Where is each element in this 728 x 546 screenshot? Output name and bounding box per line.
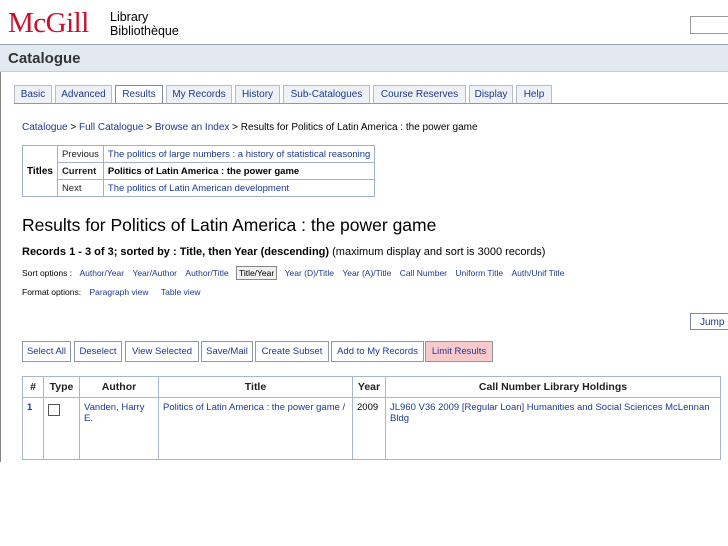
tab-advanced[interactable]: Advanced bbox=[55, 85, 112, 103]
limit-results-button[interactable]: Limit Results bbox=[425, 341, 493, 362]
titles-label: Titles bbox=[22, 145, 58, 197]
sort-author-year[interactable]: Author/Year bbox=[78, 267, 125, 279]
library-line-2: Bibliothèque bbox=[110, 24, 179, 38]
mcgill-logo[interactable]: McGill bbox=[8, 7, 89, 40]
breadcrumb-catalogue[interactable]: Catalogue bbox=[22, 122, 68, 133]
sort-year-asc-title[interactable]: Year (A)/Title bbox=[341, 267, 392, 279]
titles-previous-link[interactable]: The politics of large numbers : a histor… bbox=[108, 149, 370, 160]
format-options: Format options: Paragraph view Table vie… bbox=[22, 287, 201, 297]
titles-next-label: Next bbox=[56, 179, 104, 197]
tab-course-reserves[interactable]: Course Reserves bbox=[373, 85, 466, 103]
col-year[interactable]: Year bbox=[352, 376, 386, 398]
col-holdings: Call Number Library Holdings bbox=[385, 376, 721, 398]
sort-auth-unif-title[interactable]: Auth/Unif Title bbox=[511, 267, 566, 279]
titles-previous-label: Previous bbox=[56, 145, 104, 163]
titles-current-label: Current bbox=[56, 162, 104, 180]
row-holdings[interactable]: JL960 V36 2009 [Regular Loan] Humanities… bbox=[390, 402, 710, 424]
format-options-label: Format options: bbox=[22, 287, 82, 297]
row-author[interactable]: Vanden, Harry E. bbox=[84, 402, 145, 424]
records-limit-note: (maximum display and sort is 3000 record… bbox=[329, 246, 546, 258]
titles-next-link[interactable]: The politics of Latin American developme… bbox=[108, 183, 289, 194]
records-count-sort: Records 1 - 3 of 3; sorted by : Title, t… bbox=[22, 246, 330, 258]
table-row: 1 Vanden, Harry E. Politics of Latin Ame… bbox=[22, 397, 721, 460]
save-mail-button[interactable]: Save/Mail bbox=[201, 341, 253, 362]
records-summary: Records 1 - 3 of 3; sorted by : Title, t… bbox=[22, 246, 545, 258]
sort-options-label: Sort options : bbox=[22, 268, 73, 278]
view-selected-button[interactable]: View Selected bbox=[125, 341, 199, 362]
tab-history[interactable]: History bbox=[235, 85, 280, 103]
col-type: Type bbox=[43, 376, 80, 398]
sort-options: Sort options : Author/Year Year/Author A… bbox=[22, 266, 565, 282]
breadcrumb: Catalogue > Full Catalogue > Browse an I… bbox=[22, 122, 478, 133]
row-title[interactable]: Politics of Latin America : the power ga… bbox=[163, 402, 345, 413]
row-year: 2009 bbox=[352, 397, 386, 460]
tab-results[interactable]: Results bbox=[115, 85, 163, 104]
frame-divider bbox=[0, 72, 1, 462]
tab-basic[interactable]: Basic bbox=[14, 85, 52, 103]
results-table: # Type Author Title Year Call Number Lib… bbox=[22, 376, 721, 460]
titles-navigation: Titles Previous The politics of large nu… bbox=[22, 145, 376, 197]
col-number: # bbox=[22, 376, 44, 398]
format-table-view[interactable]: Table view bbox=[161, 287, 201, 297]
library-line-1: Library bbox=[110, 10, 149, 24]
page-title: Catalogue bbox=[8, 50, 81, 67]
breadcrumb-current: Results for Politics of Latin America : … bbox=[240, 122, 478, 133]
header-search-input[interactable] bbox=[690, 16, 728, 34]
row-number[interactable]: 1 bbox=[27, 402, 32, 413]
breadcrumb-full-catalogue[interactable]: Full Catalogue bbox=[79, 122, 143, 133]
select-all-button[interactable]: Select All bbox=[22, 341, 71, 362]
header: McGill Library Bibliothèque bbox=[0, 0, 728, 44]
col-title[interactable]: Title bbox=[158, 376, 353, 398]
sort-call-number[interactable]: Call Number bbox=[399, 267, 448, 279]
create-subset-button[interactable]: Create Subset bbox=[255, 341, 329, 362]
sort-year-author[interactable]: Year/Author bbox=[131, 267, 178, 279]
sort-author-title[interactable]: Author/Title bbox=[184, 267, 229, 279]
sort-uniform-title[interactable]: Uniform Title bbox=[454, 267, 504, 279]
tab-sub-catalogues[interactable]: Sub-Catalogues bbox=[283, 85, 370, 103]
tab-my-records[interactable]: My Records bbox=[166, 85, 232, 103]
add-to-my-records-button[interactable]: Add to My Records bbox=[331, 341, 424, 362]
sort-year-desc-title[interactable]: Year (D)/Title bbox=[284, 267, 335, 279]
library-logo-text: Library Bibliothèque bbox=[110, 10, 179, 38]
row-select-checkbox[interactable] bbox=[48, 404, 60, 416]
tab-underline bbox=[14, 103, 728, 104]
table-header-row: # Type Author Title Year Call Number Lib… bbox=[22, 376, 721, 398]
jump-button[interactable]: Jump bbox=[690, 313, 728, 330]
titles-current-value: Politics of Latin America : the power ga… bbox=[102, 162, 376, 180]
format-paragraph-view[interactable]: Paragraph view bbox=[89, 287, 148, 297]
sort-title-year[interactable]: Title/Year bbox=[235, 266, 278, 280]
catalogue-bar: Catalogue bbox=[0, 44, 728, 72]
col-author[interactable]: Author bbox=[79, 376, 159, 398]
results-heading: Results for Politics of Latin America : … bbox=[22, 215, 437, 235]
tab-help[interactable]: Help bbox=[516, 85, 552, 103]
tab-display[interactable]: Display bbox=[469, 85, 513, 103]
breadcrumb-separator: > bbox=[67, 122, 79, 133]
deselect-button[interactable]: Deselect bbox=[74, 341, 122, 362]
breadcrumb-separator: > bbox=[229, 122, 241, 133]
breadcrumb-browse-index[interactable]: Browse an Index bbox=[155, 122, 230, 133]
breadcrumb-separator: > bbox=[143, 122, 155, 133]
